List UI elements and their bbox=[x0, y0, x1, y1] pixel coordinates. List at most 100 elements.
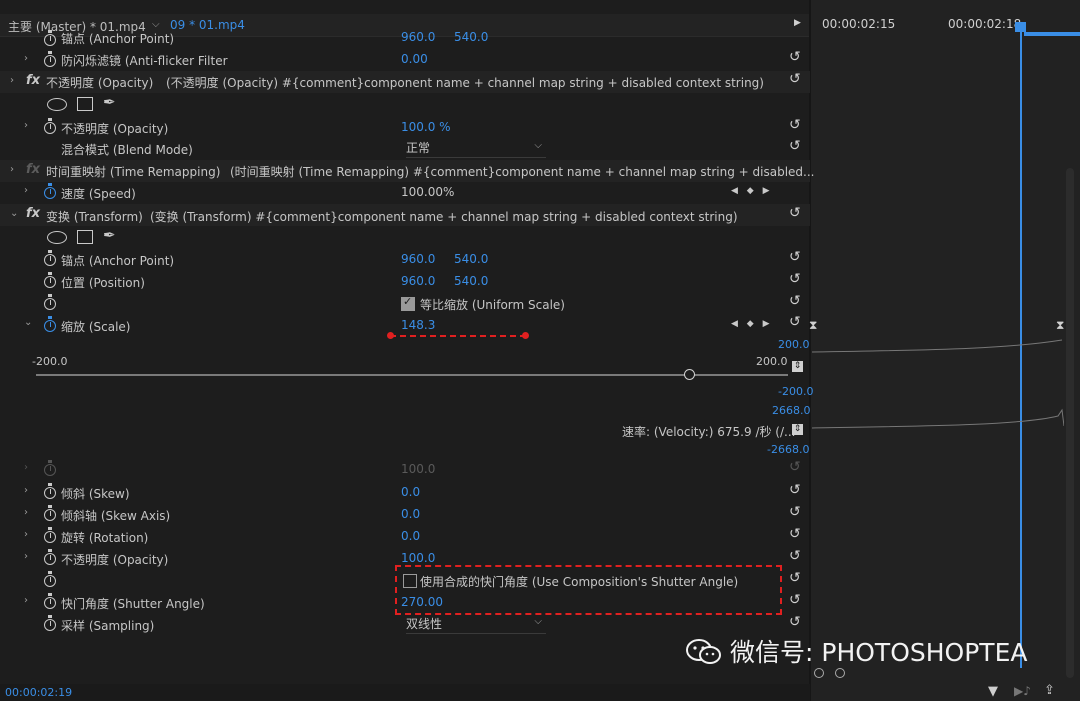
anchor-y-value[interactable]: 540.0 bbox=[454, 30, 488, 44]
stopwatch-icon[interactable] bbox=[44, 51, 56, 67]
reset-icon[interactable]: ↺ bbox=[789, 71, 801, 87]
opacity-effect-header[interactable]: › fx 不透明度 (Opacity) (不透明度 (Opacity) #{co… bbox=[0, 71, 810, 93]
playhead-handle[interactable] bbox=[1015, 22, 1026, 32]
reset-icon[interactable]: ↺ bbox=[789, 504, 801, 520]
keyframe-right-marker-icon[interactable]: ⧗ bbox=[1056, 318, 1064, 333]
stopwatch-icon[interactable] bbox=[44, 316, 56, 332]
antiflicker-value[interactable]: 0.00 bbox=[401, 52, 428, 66]
filter-icon[interactable]: ▼ bbox=[988, 684, 998, 699]
current-timecode[interactable]: 00:00:02:19 bbox=[5, 686, 72, 699]
scale-slider-knob[interactable] bbox=[684, 369, 695, 380]
scale-slider-track[interactable] bbox=[36, 374, 788, 376]
timeline-zoom-scrollbar[interactable] bbox=[812, 668, 872, 680]
uniform-scale-row: 等比缩放 (Uniform Scale) ↺ bbox=[0, 292, 810, 314]
pen-mask-icon[interactable]: ✒ bbox=[103, 93, 116, 111]
skew-value[interactable]: 0.0 bbox=[401, 485, 420, 499]
opacity-value[interactable]: 100.0 % bbox=[401, 120, 451, 134]
ellipse-mask-icon[interactable] bbox=[47, 98, 67, 111]
stopwatch-icon[interactable] bbox=[44, 549, 56, 565]
blend-mode-dropdown[interactable]: 正常 ⌵ bbox=[406, 139, 546, 158]
chevron-right-icon[interactable]: › bbox=[10, 75, 14, 86]
stopwatch-icon[interactable] bbox=[44, 593, 56, 609]
antiflicker-row: › 防闪烁滤镜 (Anti-flicker Filter 0.00 ↺ bbox=[0, 49, 810, 71]
keyframe-navigator[interactable]: ◀ ◆ ▶ bbox=[731, 319, 773, 329]
stopwatch-icon[interactable] bbox=[44, 272, 56, 288]
stopwatch-icon[interactable] bbox=[44, 183, 56, 199]
position-x-value[interactable]: 960.0 bbox=[401, 274, 435, 288]
stopwatch-icon[interactable] bbox=[44, 250, 56, 266]
play-arrow-icon[interactable]: ▶ bbox=[794, 18, 801, 28]
sampling-dropdown[interactable]: 双线性 ⌵ bbox=[406, 615, 546, 634]
keyframe-left-marker-icon[interactable]: ⧗ bbox=[809, 318, 817, 333]
fx-icon[interactable]: fx bbox=[26, 73, 40, 88]
graph-toggle-icon[interactable]: ⇕ bbox=[792, 361, 803, 372]
reset-icon[interactable]: ↺ bbox=[789, 117, 801, 133]
chevron-right-icon[interactable]: › bbox=[24, 485, 28, 496]
reset-icon[interactable]: ↺ bbox=[789, 570, 801, 586]
reset-icon[interactable]: ↺ bbox=[789, 138, 801, 154]
pen-mask-icon[interactable]: ✒ bbox=[103, 226, 116, 244]
chevron-down-icon: ⌵ bbox=[534, 616, 542, 627]
reset-icon[interactable]: ↺ bbox=[789, 49, 801, 65]
stopwatch-icon[interactable] bbox=[44, 615, 56, 631]
play-audio-icon[interactable]: ▶♪ bbox=[1014, 684, 1031, 698]
keyframe-navigator[interactable]: ◀ ◆ ▶ bbox=[731, 186, 773, 196]
reset-icon[interactable]: ↺ bbox=[789, 526, 801, 542]
stopwatch-icon[interactable] bbox=[44, 571, 56, 587]
scale-value[interactable]: 148.3 bbox=[401, 318, 435, 332]
export-icon[interactable]: ⇪ bbox=[1044, 683, 1055, 698]
transform-effect-header[interactable]: ⌄ fx 变换 (Transform) (变换 (Transform) #{co… bbox=[0, 204, 810, 226]
ellipse-mask-icon[interactable] bbox=[47, 231, 67, 244]
position-y-value[interactable]: 540.0 bbox=[454, 274, 488, 288]
rotation-value[interactable]: 0.0 bbox=[401, 529, 420, 543]
rectangle-mask-icon[interactable] bbox=[77, 230, 93, 244]
chevron-right-icon[interactable]: › bbox=[24, 462, 28, 473]
rectangle-mask-icon[interactable] bbox=[77, 97, 93, 111]
reset-icon[interactable]: ↺ bbox=[789, 293, 801, 309]
reset-icon[interactable]: ↺ bbox=[789, 249, 801, 265]
reset-icon[interactable]: ↺ bbox=[789, 205, 801, 221]
velocity-toggle-icon[interactable]: ⇕ bbox=[792, 424, 803, 435]
velocity-readout: 速率: (Velocity:) 675.9 /秒 (/... bbox=[622, 425, 796, 439]
uniform-scale-checkbox[interactable] bbox=[401, 295, 415, 311]
fx-icon[interactable]: fx bbox=[26, 206, 40, 221]
transform-opacity-value[interactable]: 100.0 bbox=[401, 551, 435, 565]
chevron-right-icon[interactable]: › bbox=[24, 595, 28, 606]
stopwatch-icon[interactable] bbox=[44, 483, 56, 499]
anchor-point-row: 锚点 (Anchor Point) 960.0 540.0 ↺ bbox=[0, 248, 810, 270]
reset-icon[interactable]: ↺ bbox=[789, 614, 801, 630]
chevron-right-icon[interactable]: › bbox=[24, 120, 28, 131]
anchor-point-row-top: 锚点 (Anchor Point) 960.0 540.0 bbox=[0, 28, 810, 50]
chevron-right-icon[interactable]: › bbox=[24, 53, 28, 64]
chevron-right-icon[interactable]: › bbox=[24, 507, 28, 518]
fx-icon[interactable]: fx bbox=[26, 162, 40, 177]
reset-icon[interactable]: ↺ bbox=[789, 314, 801, 330]
stopwatch-icon[interactable] bbox=[44, 505, 56, 521]
stopwatch-icon[interactable] bbox=[44, 118, 56, 134]
reset-icon[interactable]: ↺ bbox=[789, 271, 801, 287]
chevron-right-icon[interactable]: › bbox=[24, 551, 28, 562]
stopwatch-icon[interactable] bbox=[44, 30, 56, 46]
graph-value-max: 200.0 bbox=[778, 338, 810, 351]
reset-icon[interactable]: ↺ bbox=[789, 482, 801, 498]
vertical-scrollbar[interactable] bbox=[1066, 168, 1074, 678]
work-area-bar[interactable] bbox=[1024, 32, 1080, 36]
transform-effect-name: 变换 (Transform) bbox=[46, 210, 143, 224]
reset-icon[interactable]: ↺ bbox=[789, 592, 801, 608]
reset-icon[interactable]: ↺ bbox=[789, 548, 801, 564]
skew-axis-value[interactable]: 0.0 bbox=[401, 507, 420, 521]
stopwatch-icon[interactable] bbox=[44, 294, 56, 310]
stopwatch-icon[interactable] bbox=[44, 527, 56, 543]
anchor-x-value[interactable]: 960.0 bbox=[401, 30, 435, 44]
chevron-right-icon[interactable]: › bbox=[24, 185, 28, 196]
chevron-down-icon[interactable]: ⌄ bbox=[24, 317, 32, 328]
shutter-angle-label: 快门角度 (Shutter Angle) bbox=[61, 597, 205, 611]
anchor-y-value[interactable]: 540.0 bbox=[454, 252, 488, 266]
speed-value[interactable]: 100.00% bbox=[401, 185, 454, 199]
time-remapping-effect-header[interactable]: › fx 时间重映射 (Time Remapping) (时间重映射 (Time… bbox=[0, 160, 814, 182]
chevron-right-icon[interactable]: › bbox=[24, 529, 28, 540]
anchor-x-value[interactable]: 960.0 bbox=[401, 252, 435, 266]
opacity-effect-name: 不透明度 (Opacity) bbox=[46, 76, 154, 90]
chevron-right-icon[interactable]: › bbox=[10, 164, 14, 175]
chevron-down-icon[interactable]: ⌄ bbox=[10, 208, 18, 219]
